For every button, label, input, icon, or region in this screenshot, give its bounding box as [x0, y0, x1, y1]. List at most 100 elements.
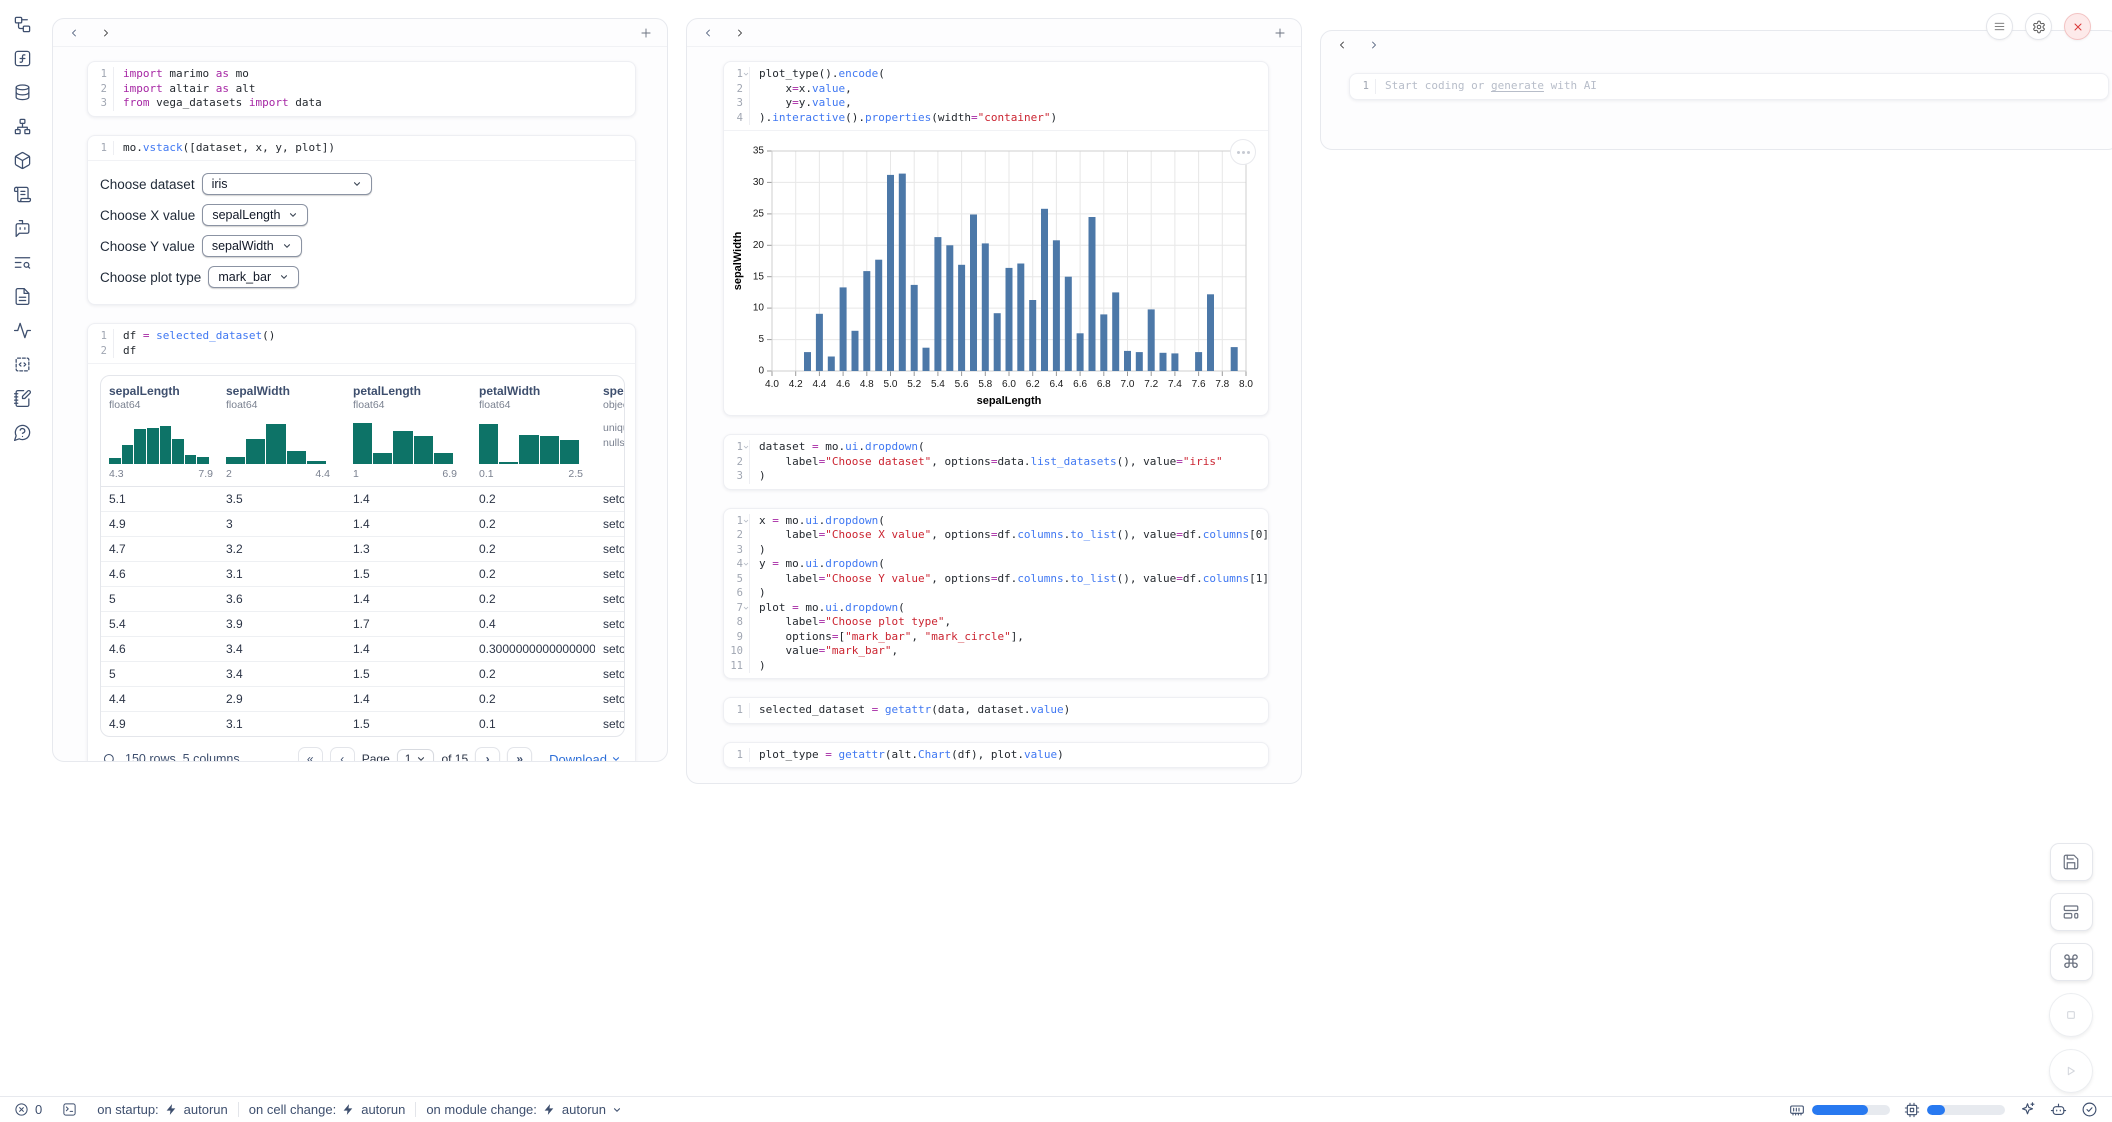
code-line[interactable]: 1import marimo as mo: [88, 67, 635, 82]
code-line[interactable]: 5 label="Choose Y value", options=df.col…: [724, 572, 1268, 587]
kernel-bot-icon[interactable]: [2050, 1101, 2067, 1118]
error-counter[interactable]: 0: [14, 1102, 52, 1117]
run-button[interactable]: [2049, 1049, 2093, 1093]
add-cell-icon[interactable]: [637, 24, 655, 42]
code-line[interactable]: 2 label="Choose X value", options=df.col…: [724, 528, 1268, 543]
dropdown-select-2[interactable]: sepalWidth: [202, 235, 302, 257]
table-row[interactable]: 4.73.21.30.2setosa: [101, 537, 624, 562]
code-line[interactable]: 7plot = mo.ui.dropdown(: [724, 601, 1268, 616]
terminal-button[interactable]: [52, 1102, 87, 1117]
code-editor[interactable]: 1mo.vstack([dataset, x, y, plot]): [88, 136, 635, 161]
ai-sparkles-icon[interactable]: [2019, 1101, 2036, 1118]
dropdown-select-3[interactable]: mark_bar: [208, 266, 299, 288]
bot-message-icon[interactable]: [9, 215, 35, 241]
first-page-button[interactable]: «: [298, 747, 323, 762]
empty-code-cell[interactable]: 1 Start coding or generate with AI: [1349, 73, 2109, 100]
table-row[interactable]: 5.43.91.70.4setosa: [101, 612, 624, 637]
search-icon[interactable]: [102, 752, 117, 763]
run-config-0[interactable]: on startup:autorun: [87, 1102, 238, 1117]
code-line[interactable]: 3): [724, 469, 1268, 484]
file-tree-icon[interactable]: [9, 11, 35, 37]
code-line[interactable]: 3 y=y.value,: [724, 96, 1268, 111]
file-text-icon[interactable]: [9, 283, 35, 309]
code-line[interactable]: 2df: [88, 344, 635, 359]
imports-cell[interactable]: 1import marimo as mo2import altair as al…: [87, 61, 636, 117]
dropdown-select-1[interactable]: sepalLength: [202, 204, 308, 226]
code-editor[interactable]: 1x = mo.ui.dropdown(2 label="Choose X va…: [724, 509, 1268, 679]
code-line[interactable]: 10 value="mark_bar",: [724, 644, 1268, 659]
code-line[interactable]: 4y = mo.ui.dropdown(: [724, 557, 1268, 572]
chevron-right-icon[interactable]: [731, 24, 749, 42]
close-icon[interactable]: [2064, 13, 2091, 40]
code-editor[interactable]: 1import marimo as mo2import altair as al…: [88, 62, 635, 116]
code-line[interactable]: 3from vega_datasets import data: [88, 96, 635, 111]
code-line[interactable]: 3): [724, 543, 1268, 558]
code-line[interactable]: 1plot_type = getattr(alt.Chart(df), plot…: [724, 748, 1268, 763]
code-line[interactable]: 4).interactive().properties(width="conta…: [724, 111, 1268, 126]
text-search-icon[interactable]: [9, 249, 35, 275]
table-row[interactable]: 4.42.91.40.2setosa: [101, 687, 624, 712]
code-line[interactable]: 6): [724, 586, 1268, 601]
table-row[interactable]: 4.931.40.2setosa: [101, 512, 624, 537]
dataframe-cell[interactable]: 1df = selected_dataset()2dfsepalLengthfl…: [87, 323, 636, 762]
run-config-1[interactable]: on cell change:autorun: [239, 1102, 416, 1117]
menu-icon[interactable]: [1986, 13, 2013, 40]
table-row[interactable]: 53.41.50.2setosa: [101, 662, 624, 687]
table-row[interactable]: 4.63.11.50.2setosa: [101, 562, 624, 587]
code-editor[interactable]: 1selected_dataset = getattr(data, datase…: [724, 698, 1268, 723]
activity-icon[interactable]: [9, 317, 35, 343]
code-line[interactable]: 1x = mo.ui.dropdown(: [724, 514, 1268, 529]
code-line[interactable]: 2import altair as alt: [88, 82, 635, 97]
function-square-icon[interactable]: [9, 45, 35, 71]
layout-button[interactable]: [2050, 893, 2093, 931]
workflow-icon[interactable]: [9, 113, 35, 139]
dropdown-select-0[interactable]: iris: [202, 173, 372, 195]
table-row[interactable]: 4.93.11.50.1setosa: [101, 712, 624, 736]
code-editor[interactable]: 1plot_type = getattr(alt.Chart(df), plot…: [724, 743, 1268, 768]
code-line[interactable]: 1selected_dataset = getattr(data, datase…: [724, 703, 1268, 718]
previous-page-button[interactable]: ‹: [330, 747, 355, 762]
table-row[interactable]: 4.63.41.40.30000000000000004setosa: [101, 637, 624, 662]
chevron-right-icon[interactable]: [1365, 36, 1383, 54]
code-cell-1[interactable]: 1plot_type().encode(2 x=x.value,3 y=y.va…: [723, 61, 1269, 416]
database-icon[interactable]: [9, 79, 35, 105]
code-line[interactable]: 1df = selected_dataset(): [88, 329, 635, 344]
notebook-pen-icon[interactable]: [9, 385, 35, 411]
bar-chart[interactable]: 4.04.24.44.64.85.05.25.45.65.86.06.26.46…: [730, 139, 1269, 411]
download-button[interactable]: Download: [549, 752, 621, 763]
column-name[interactable]: species: [603, 384, 625, 398]
code-line[interactable]: 2 label="Choose dataset", options=data.l…: [724, 455, 1268, 470]
table-row[interactable]: 53.61.40.2setosa: [101, 587, 624, 612]
chevron-left-icon[interactable]: [1333, 36, 1351, 54]
code-cell-4[interactable]: 1selected_dataset = getattr(data, datase…: [723, 697, 1269, 724]
code-line[interactable]: 9 options=["mark_bar", "mark_circle"],: [724, 630, 1268, 645]
settings-gear-icon[interactable]: [2025, 13, 2052, 40]
code-editor[interactable]: 1df = selected_dataset()2df: [88, 324, 635, 363]
chevron-left-icon[interactable]: [699, 24, 717, 42]
code-line[interactable]: 11): [724, 659, 1268, 674]
last-page-button[interactable]: »: [507, 747, 532, 762]
code-line[interactable]: 1dataset = mo.ui.dropdown(: [724, 440, 1268, 455]
scroll-text-icon[interactable]: [9, 181, 35, 207]
package-box-icon[interactable]: [9, 147, 35, 173]
column-name[interactable]: petalWidth: [479, 384, 589, 398]
column-name[interactable]: petalLength: [353, 384, 465, 398]
command-palette-button[interactable]: ⌘: [2050, 943, 2093, 981]
connection-status-icon[interactable]: [2081, 1101, 2098, 1118]
save-button[interactable]: [2050, 843, 2093, 881]
code-line[interactable]: 1mo.vstack([dataset, x, y, plot]): [88, 141, 635, 156]
generate-link[interactable]: generate: [1491, 79, 1544, 92]
code-cell-2[interactable]: 1dataset = mo.ui.dropdown(2 label="Choos…: [723, 434, 1269, 490]
code-editor-placeholder[interactable]: Start coding or generate with AI: [1376, 79, 1597, 94]
code-line[interactable]: 2 x=x.value,: [724, 82, 1268, 97]
snippet-square-icon[interactable]: [9, 351, 35, 377]
help-bubble-icon[interactable]: [9, 419, 35, 445]
column-name[interactable]: sepalLength: [109, 384, 212, 398]
vstack-cell[interactable]: 1mo.vstack([dataset, x, y, plot])Choose …: [87, 135, 636, 306]
chevron-right-icon[interactable]: [97, 24, 115, 42]
chart-actions-button[interactable]: [1230, 139, 1256, 165]
chevron-left-icon[interactable]: [65, 24, 83, 42]
column-name[interactable]: sepalWidth: [226, 384, 339, 398]
code-editor[interactable]: 1plot_type().encode(2 x=x.value,3 y=y.va…: [724, 62, 1268, 130]
next-page-button[interactable]: ›: [475, 747, 500, 762]
